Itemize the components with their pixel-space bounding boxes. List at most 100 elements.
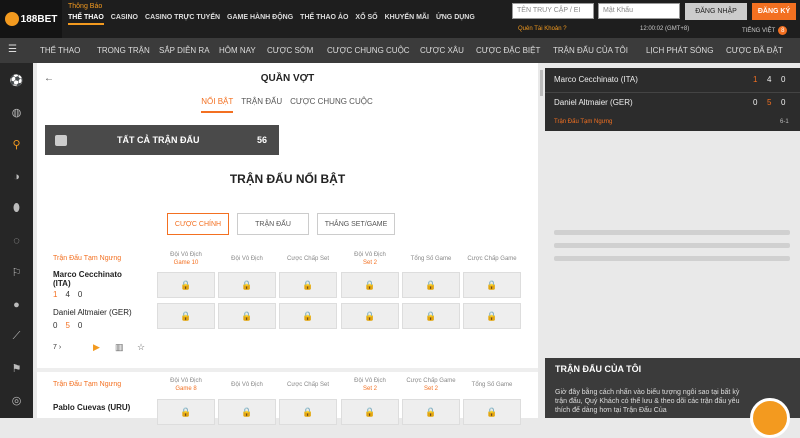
team1-name[interactable]: Pablo Cuevas (URU) (53, 403, 153, 412)
col-header: Tổng Số Game (463, 381, 521, 389)
cricket-icon[interactable]: ⟋ (9, 329, 24, 344)
right-panel: Marco Cecchinato (ITA) 1 4 0 Daniel Altm… (545, 63, 800, 438)
bowling-icon[interactable]: ● (9, 297, 24, 312)
col-title: Đội Vô Địch (231, 256, 263, 262)
tab-bar: NỔI BẬT TRẬN ĐẤU CƯỢC CHUNG CUỘC (147, 93, 427, 113)
soccer-icon[interactable]: ⚽ (9, 73, 24, 88)
nav-live-casino[interactable]: CASINO TRỰC TUYẾN (145, 14, 220, 25)
odds-cell-lock-icon[interactable]: 🔒 (341, 303, 399, 329)
odds-cell-lock-icon[interactable]: 🔒 (402, 272, 460, 298)
volleyball-icon[interactable]: ◑ (9, 169, 24, 184)
odds-cell-lock-icon[interactable]: 🔒 (279, 399, 337, 425)
odds-cell-lock-icon[interactable]: 🔒 (157, 303, 215, 329)
col-header: Đội Vô Địch Game 8 (157, 377, 215, 393)
live-scorecard[interactable]: Marco Cecchinato (ITA) 1 4 0 Daniel Altm… (545, 68, 800, 131)
basketball-icon[interactable]: ◍ (9, 105, 24, 120)
subnav-upcoming[interactable]: SẮP DIỄN RA (159, 46, 219, 55)
odds-cell-lock-icon[interactable]: 🔒 (402, 303, 460, 329)
my-matches-text: Giờ đây bằng cách nhấn vào biểu tượng ng… (555, 389, 740, 414)
language-selector[interactable]: TIẾNG VIỆT 8 (742, 26, 788, 35)
odds-cell-lock-icon[interactable]: 🔒 (463, 399, 521, 425)
col-header: Cược Chấp Game Set 2 (402, 377, 460, 393)
odds-cell-lock-icon[interactable]: 🔒 (279, 272, 337, 298)
col-sub: Game 10 (173, 260, 199, 266)
odds-cell-lock-icon[interactable]: 🔒 (341, 399, 399, 425)
nav-apps[interactable]: ỨNG DỤNG (436, 14, 475, 25)
odds-cell-lock-icon[interactable]: 🔒 (402, 399, 460, 425)
nav-virtual-sports[interactable]: THỂ THAO ẢO (300, 14, 348, 25)
baseball-icon[interactable]: ◌ (9, 233, 24, 248)
language-label: TIẾNG VIỆT (742, 27, 776, 34)
tab-outright[interactable]: CƯỢC CHUNG CUỘC (290, 93, 373, 113)
odds-cell-lock-icon[interactable]: 🔒 (218, 303, 276, 329)
golf-icon[interactable]: ⚑ (9, 361, 24, 376)
team1-name[interactable]: Marco Cecchinato (ITA) (53, 270, 133, 288)
odds-cell-lock-icon[interactable]: 🔒 (218, 399, 276, 425)
nav-action-games[interactable]: GAME HÀNH ĐỘNG (227, 14, 293, 25)
scorecard-cell: 1 (753, 75, 758, 84)
nav-casino[interactable]: CASINO (111, 14, 138, 25)
tennis-icon[interactable]: ⚲ (9, 137, 24, 152)
subnav-sports[interactable]: THỂ THAO (40, 46, 97, 55)
forgot-account-link[interactable]: Quên Tài Khoản ? (518, 26, 567, 32)
score-cell: 5 (65, 321, 70, 330)
subnav-outright[interactable]: CƯỢC CHUNG CUỘC (327, 46, 420, 55)
password-input[interactable]: Mật Khẩu (598, 3, 680, 19)
back-arrow-icon[interactable]: ← (44, 73, 54, 84)
filter-set-game[interactable]: THẮNG SET/GAME (317, 213, 395, 235)
play-icon[interactable]: ▶ (93, 342, 100, 353)
esports-icon[interactable]: ◎ (9, 393, 24, 408)
nav-lottery[interactable]: XỔ SỐ (355, 14, 377, 25)
tab-featured[interactable]: NỔI BẬT (201, 93, 234, 113)
score-cell: 4 (65, 290, 70, 299)
hockey-icon[interactable]: ⚐ (9, 265, 24, 280)
subnav-broadcast[interactable]: LỊCH PHÁT SÓNG (646, 46, 726, 55)
username-input[interactable]: TÊN TRUY CẬP / EI (512, 3, 594, 19)
subnav-specials[interactable]: CƯỢC ĐẶC BIỆT (476, 46, 553, 55)
col-title: Đội Vô Địch (354, 252, 386, 258)
odds-cell-lock-icon[interactable]: 🔒 (463, 272, 521, 298)
filter-main-bets[interactable]: CƯỢC CHÍNH (167, 213, 229, 235)
hamburger-icon[interactable]: ☰ (8, 44, 17, 55)
subnav-my-bets[interactable]: CƯỢC ĐÃ ĐẶT (726, 46, 796, 55)
odds-cell-lock-icon[interactable]: 🔒 (157, 399, 215, 425)
odds-cell-lock-icon[interactable]: 🔒 (218, 272, 276, 298)
nav-sports[interactable]: THỂ THAO (68, 14, 104, 25)
subnav-my-matches[interactable]: TRẬN ĐẤU CỦA TÔI (553, 46, 646, 55)
all-matches-button[interactable]: TẤT CẢ TRẬN ĐẤU 56 (45, 125, 279, 155)
team2-name[interactable]: Daniel Altmaier (GER) (53, 308, 143, 317)
register-button[interactable]: ĐĂNG KÝ (752, 3, 796, 20)
star-icon[interactable]: ☆ (137, 342, 145, 353)
col-title: Đội Vô Địch (170, 378, 202, 384)
subnav-early[interactable]: CƯỢC SỚM (267, 46, 327, 55)
subnav-in-play[interactable]: TRONG TRẬN (97, 46, 159, 55)
score-cell: 0 (77, 290, 83, 299)
team1-score: 140 (53, 290, 82, 299)
clock: 12:00:02 (GMT+8) (640, 26, 690, 32)
filter-match[interactable]: TRẬN ĐẤU (237, 213, 309, 235)
notice-link[interactable]: Thông Báo (68, 3, 102, 10)
login-button[interactable]: ĐĂNG NHẬP (685, 3, 747, 20)
scorecard-cell: 0 (781, 98, 786, 107)
stats-icon[interactable]: ▥ (115, 342, 124, 353)
scrollbar[interactable] (540, 70, 543, 96)
football-icon[interactable]: ⬮ (9, 201, 24, 216)
subnav-today[interactable]: HÔM NAY (219, 46, 267, 55)
scorecard-cell: 0 (753, 98, 758, 107)
more-markets-link[interactable]: 7 › (53, 344, 61, 351)
sports-subnav: ☰ THỂ THAO TRONG TRẬN SẮP DIỄN RA HÔM NA… (0, 38, 800, 63)
subnav-parlay[interactable]: CƯỢC XÂU (420, 46, 476, 55)
odds-cell-lock-icon[interactable]: 🔒 (157, 272, 215, 298)
language-badge: 8 (778, 26, 788, 35)
odds-cell-lock-icon[interactable]: 🔒 (463, 303, 521, 329)
brand-logo[interactable]: 188BET (0, 0, 62, 38)
odds-cell-lock-icon[interactable]: 🔒 (341, 272, 399, 298)
nav-promotions[interactable]: KHUYẾN MÃI (385, 14, 429, 25)
tab-matches[interactable]: TRẬN ĐẤU (241, 93, 282, 113)
col-title: Đội Vô Địch (231, 382, 263, 388)
top-bar: 188BET Thông Báo THỂ THAO CASINO CASINO … (0, 0, 800, 38)
odds-cell-lock-icon[interactable]: 🔒 (279, 303, 337, 329)
col-sub: Set 2 (423, 386, 438, 392)
main-nav: THỂ THAO CASINO CASINO TRỰC TUYẾN GAME H… (68, 14, 475, 25)
chat-button[interactable] (750, 398, 790, 438)
